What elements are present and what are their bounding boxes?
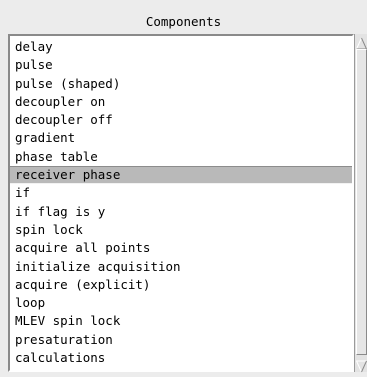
list-item-acquire-all-points[interactable]: acquire all points: [10, 239, 352, 257]
components-list[interactable]: delay pulse pulse (shaped) decoupler on …: [8, 34, 354, 372]
list-item-gradient[interactable]: gradient: [10, 129, 352, 147]
list-item-if-flag-is-y[interactable]: if flag is y: [10, 203, 352, 221]
list-item-initialize-acquisition[interactable]: initialize acquisition: [10, 258, 352, 276]
list-item-receiver-phase-selected[interactable]: receiver phase: [10, 166, 352, 185]
components-list-items: delay pulse pulse (shaped) decoupler on …: [10, 38, 352, 367]
list-item-phase-table[interactable]: phase table: [10, 148, 352, 166]
vertical-scrollbar[interactable]: [354, 34, 367, 373]
list-item-presaturation[interactable]: presaturation: [10, 331, 352, 349]
list-item-calculations[interactable]: calculations: [10, 349, 352, 367]
list-item-pulse[interactable]: pulse: [10, 56, 352, 74]
list-item-spin-lock[interactable]: spin lock: [10, 221, 352, 239]
list-item-pulse-shaped[interactable]: pulse (shaped): [10, 75, 352, 93]
scroll-up-button[interactable]: [356, 35, 367, 50]
scrollbar-thumb[interactable]: [356, 49, 367, 355]
list-item-mlev-spin-lock[interactable]: MLEV spin lock: [10, 312, 352, 330]
list-item-loop[interactable]: loop: [10, 294, 352, 312]
scroll-down-button[interactable]: [355, 358, 367, 373]
list-item-acquire-explicit[interactable]: acquire (explicit): [10, 276, 352, 294]
list-item-decoupler-off[interactable]: decoupler off: [10, 111, 352, 129]
list-item-delay[interactable]: delay: [10, 38, 352, 56]
list-item-if[interactable]: if: [10, 184, 352, 202]
panel-title: Components: [145, 14, 222, 29]
triangle-down-icon: [355, 360, 367, 373]
list-item-decoupler-on[interactable]: decoupler on: [10, 93, 352, 111]
